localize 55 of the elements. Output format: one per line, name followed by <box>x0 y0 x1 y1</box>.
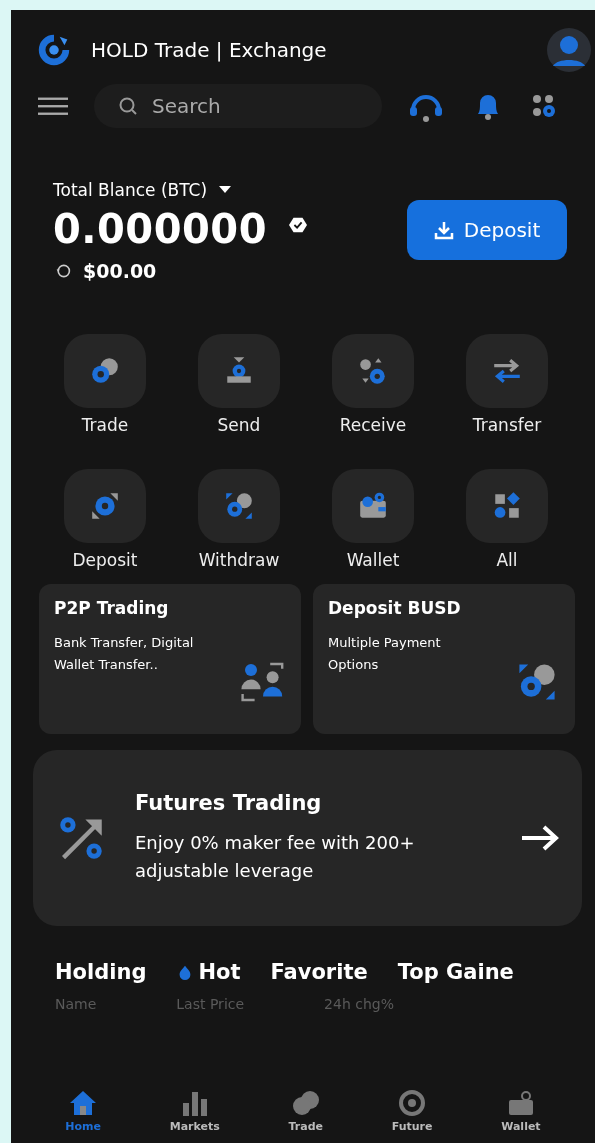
market-tab[interactable]: Hot <box>176 960 241 984</box>
nav-tab[interactable]: Home <box>65 1090 102 1133</box>
action-label: Trade <box>81 415 129 435</box>
column-header: Last Price <box>176 996 245 1012</box>
market-tab[interactable]: Holding <box>55 960 147 984</box>
deposit-button[interactable]: Deposit <box>407 200 567 260</box>
search-icon <box>118 96 138 116</box>
coins-icon <box>223 490 255 522</box>
action-label: Receive <box>339 415 407 435</box>
action-label: All <box>496 550 518 570</box>
coin-cycle-icon <box>397 1090 428 1116</box>
action-button[interactable] <box>198 334 280 408</box>
action-label: Transfer <box>472 415 542 435</box>
promo-card[interactable]: Deposit BUSD Multiple Payment Options <box>313 584 575 734</box>
coin-icon <box>89 490 121 522</box>
action-label: Wallet <box>346 550 400 570</box>
nav-tab[interactable]: Trade <box>288 1090 323 1133</box>
action-button[interactable] <box>64 334 146 408</box>
action-label: Send <box>217 415 261 435</box>
action-button[interactable] <box>198 469 280 543</box>
percent-arrow-icon <box>57 814 105 862</box>
futures-banner[interactable]: Futures Trading Enjoy 0% maker fee with 200+ adjustable leverage <box>33 750 582 926</box>
nav-tab[interactable]: Markets <box>169 1090 220 1133</box>
card-description: Multiple Payment Options <box>328 634 442 674</box>
caret-icon[interactable] <box>219 186 232 194</box>
fiat-balance: $00.00 <box>83 260 157 282</box>
download-icon <box>433 220 454 240</box>
column-header: 24h chg% <box>324 996 394 1012</box>
card-title: P2P Trading <box>54 598 170 618</box>
coins-icon <box>290 1090 321 1116</box>
arrow-right-icon[interactable] <box>520 823 560 853</box>
action-label: Withdraw <box>198 550 280 570</box>
futures-title: Futures Trading <box>135 791 323 815</box>
nav-tab[interactable]: Future <box>391 1090 433 1133</box>
card-description: Bank Transfer, Digital Wallet Transfer.. <box>54 634 195 674</box>
balance-amount: 0.000000 <box>53 206 268 252</box>
app-title: HOLD Trade | Exchange <box>91 38 328 62</box>
nav-tab[interactable]: Wallet <box>501 1090 541 1133</box>
column-header: Name <box>55 996 97 1012</box>
menu-icon[interactable] <box>38 96 68 116</box>
balance-label: Total Blance (BTC) <box>53 180 208 200</box>
card-title: Deposit BUSD <box>328 598 462 618</box>
futures-description: Enjoy 0% maker fee with 200+ adjustable leverage <box>135 831 416 883</box>
action-label: Deposit <box>72 550 138 570</box>
search-field[interactable]: Search <box>94 84 382 128</box>
action-button[interactable] <box>466 469 548 543</box>
market-tab[interactable]: Top Gaine <box>397 960 514 984</box>
action-button[interactable] <box>466 334 548 408</box>
action-button[interactable] <box>332 469 414 543</box>
action-button[interactable] <box>64 469 146 543</box>
promo-card[interactable]: P2P Trading Bank Transfer, Digital Wallet Transfer.. <box>39 584 301 734</box>
avatar-icon[interactable] <box>547 28 591 72</box>
action-button[interactable] <box>332 334 414 408</box>
market-tab[interactable]: Favorite <box>270 960 368 984</box>
apps-icon[interactable] <box>530 92 558 120</box>
